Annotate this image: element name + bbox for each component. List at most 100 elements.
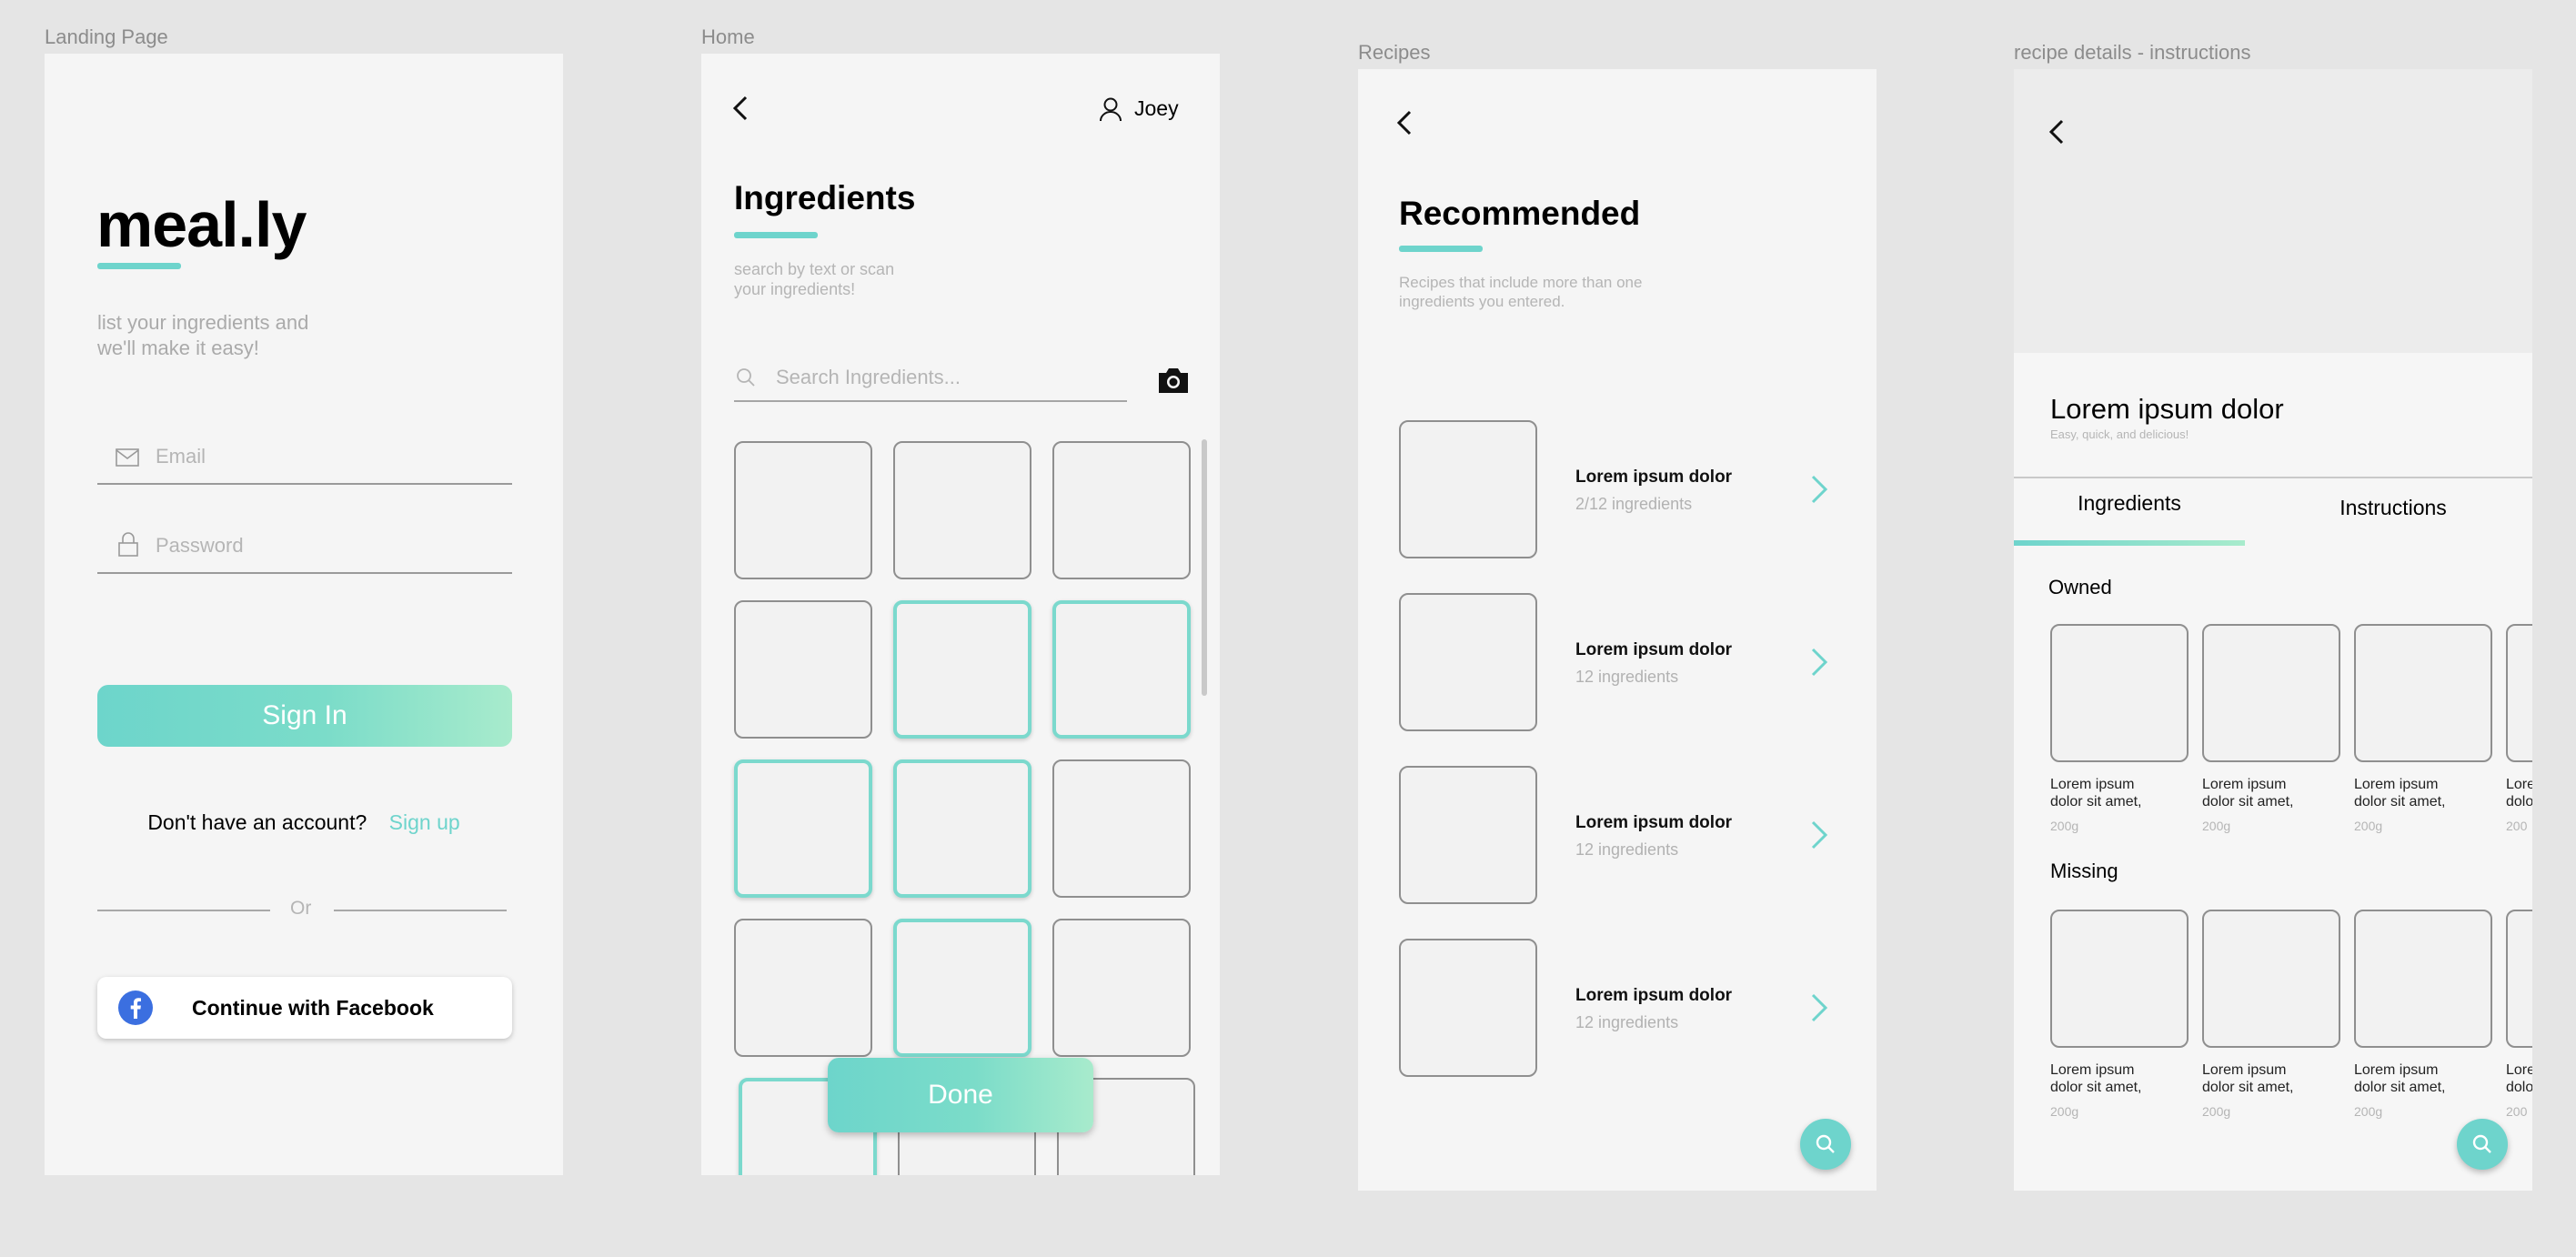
recipe-title: Lorem ipsum dolor bbox=[2050, 393, 2284, 425]
back-chevron-icon[interactable] bbox=[1396, 109, 1413, 136]
mail-icon bbox=[116, 448, 139, 467]
ingredient-name-line1: Lorem bbox=[2506, 1062, 2532, 1078]
subtitle-line-1: search by text or scan bbox=[734, 260, 895, 278]
divider-left bbox=[97, 910, 270, 911]
camera-icon[interactable] bbox=[1156, 366, 1191, 395]
missing-heading: Missing bbox=[2050, 860, 2118, 882]
ingredient-name-line1: Lorem ipsum bbox=[2202, 1062, 2287, 1078]
ingredient-tile[interactable] bbox=[1052, 919, 1191, 1057]
page-subtitle: search by text or scan your ingredients! bbox=[734, 259, 894, 299]
ingredient-name-line2: dolo bbox=[2506, 794, 2532, 810]
email-placeholder: Email bbox=[156, 445, 206, 468]
ingredient-card[interactable] bbox=[2050, 624, 2189, 762]
ingredient-name: Lorem ipsum dolor sit amet, bbox=[2202, 1061, 2311, 1096]
ingredient-name-line1: Lorem ipsum bbox=[2050, 777, 2135, 792]
ingredient-weight: 200g bbox=[2202, 1104, 2231, 1119]
ingredient-card[interactable] bbox=[2354, 910, 2492, 1048]
sign-up-link[interactable]: Sign up bbox=[389, 810, 460, 834]
search-input[interactable]: Search Ingredients... bbox=[734, 357, 1127, 402]
chevron-right-icon bbox=[1811, 993, 1828, 1022]
ingredient-name: Lorem ipsum dolor sit amet, bbox=[2050, 776, 2159, 810]
ingredient-name-line2: dolo bbox=[2506, 1080, 2532, 1095]
ingredient-weight: 200 bbox=[2506, 819, 2528, 833]
sign-in-button[interactable]: Sign In bbox=[97, 685, 512, 747]
ingredient-weight: 200g bbox=[2050, 819, 2079, 833]
email-field[interactable]: Email bbox=[97, 428, 512, 485]
recipe-thumbnail bbox=[1399, 593, 1537, 731]
title-underline bbox=[734, 232, 818, 238]
ingredient-tile[interactable] bbox=[734, 919, 872, 1057]
recipe-thumbnail bbox=[1399, 939, 1537, 1077]
done-button[interactable]: Done bbox=[828, 1058, 1093, 1132]
tab-instructions[interactable]: Instructions bbox=[2278, 496, 2509, 520]
ingredient-card[interactable] bbox=[2506, 624, 2532, 762]
app-logo: meal.ly bbox=[96, 189, 307, 260]
frame-label-details: recipe details - instructions bbox=[2014, 41, 2251, 64]
ingredient-name-line1: Lorem ipsum bbox=[2202, 777, 2287, 792]
ingredient-card[interactable] bbox=[2202, 624, 2340, 762]
ingredient-card[interactable] bbox=[2354, 624, 2492, 762]
logo-underline bbox=[97, 263, 181, 269]
ingredient-name-line2: dolor sit amet, bbox=[2050, 1080, 2142, 1095]
recipe-title: Lorem ipsum dolor bbox=[1575, 468, 1733, 487]
ingredient-tile[interactable] bbox=[893, 441, 1031, 579]
tab-ingredients[interactable]: Ingredients bbox=[2014, 491, 2245, 516]
password-placeholder: Password bbox=[156, 534, 244, 557]
scrollbar-thumb[interactable] bbox=[1202, 439, 1207, 696]
tagline: list your ingredients and we'll make it … bbox=[97, 310, 308, 361]
chevron-right-icon bbox=[1811, 820, 1828, 850]
ingredient-tile[interactable] bbox=[1052, 759, 1191, 898]
back-chevron-icon[interactable] bbox=[732, 95, 749, 122]
ingredient-tile[interactable] bbox=[734, 600, 872, 739]
ingredient-card[interactable] bbox=[2202, 910, 2340, 1048]
username[interactable]: Joey bbox=[1134, 96, 1179, 121]
facebook-button[interactable]: Continue with Facebook bbox=[97, 977, 512, 1039]
recipe-hero-image bbox=[2014, 69, 2532, 353]
lock-icon bbox=[118, 532, 138, 557]
chevron-right-icon bbox=[1811, 475, 1828, 504]
subtitle-line-2: your ingredients! bbox=[734, 280, 856, 298]
recipe-row[interactable]: Lorem ipsum dolor 12 ingredients bbox=[1358, 939, 1877, 1077]
ingredient-tile-selected[interactable] bbox=[893, 759, 1031, 898]
or-divider-text: Or bbox=[290, 898, 312, 919]
user-icon[interactable] bbox=[1099, 96, 1122, 122]
search-placeholder: Search Ingredients... bbox=[776, 366, 961, 388]
ingredient-tile[interactable] bbox=[734, 441, 872, 579]
recipe-row[interactable]: Lorem ipsum dolor 12 ingredients bbox=[1358, 766, 1877, 904]
no-account-text: Don't have an account? bbox=[147, 810, 367, 834]
subtitle-line-1: Recipes that include more than one bbox=[1399, 274, 1643, 291]
owned-heading: Owned bbox=[2048, 576, 2112, 598]
recipe-row[interactable]: Lorem ipsum dolor 2/12 ingredients bbox=[1358, 420, 1877, 558]
subtitle-line-2: ingredients you entered. bbox=[1399, 293, 1565, 310]
recipe-ingredient-count: 2/12 ingredients bbox=[1575, 495, 1693, 513]
search-fab[interactable] bbox=[1800, 1119, 1851, 1170]
chevron-right-icon bbox=[1811, 648, 1828, 677]
ingredient-card[interactable] bbox=[2506, 910, 2532, 1048]
recipe-title: Lorem ipsum dolor bbox=[1575, 986, 1733, 1005]
ingredient-name: Lorem ipsum dolor sit amet, bbox=[2202, 776, 2311, 810]
ingredient-name-line2: dolor sit amet, bbox=[2050, 794, 2142, 810]
recipe-row[interactable]: Lorem ipsum dolor 12 ingredients bbox=[1358, 593, 1877, 731]
page-title: Recommended bbox=[1399, 195, 1641, 232]
search-icon bbox=[1816, 1134, 1835, 1153]
home-frame: Joey Ingredients search by text or scan … bbox=[701, 54, 1220, 1175]
search-icon bbox=[737, 368, 755, 387]
ingredient-name-line1: Lorem ipsum bbox=[2050, 1062, 2135, 1078]
recipe-title: Lorem ipsum dolor bbox=[1575, 813, 1733, 832]
ingredient-name: Lorem ipsum dolor sit amet, bbox=[2354, 1061, 2463, 1096]
ingredient-name: Lorem dolo bbox=[2506, 1061, 2532, 1096]
password-field[interactable]: Password bbox=[97, 518, 512, 574]
ingredient-tile-selected[interactable] bbox=[1052, 600, 1191, 739]
back-chevron-icon[interactable] bbox=[2048, 118, 2065, 146]
search-icon bbox=[2472, 1134, 2491, 1153]
facebook-icon bbox=[118, 991, 153, 1025]
ingredient-card[interactable] bbox=[2050, 910, 2189, 1048]
search-fab[interactable] bbox=[2457, 1119, 2508, 1170]
tagline-line-1: list your ingredients and bbox=[97, 311, 309, 334]
ingredient-tile[interactable] bbox=[1052, 441, 1191, 579]
ingredient-tile-selected[interactable] bbox=[893, 919, 1031, 1057]
ingredient-tile-selected[interactable] bbox=[893, 600, 1031, 739]
tabs-divider bbox=[2014, 477, 2532, 478]
ingredient-tile-selected[interactable] bbox=[734, 759, 872, 898]
ingredient-name-line1: Lorem bbox=[2506, 777, 2532, 792]
